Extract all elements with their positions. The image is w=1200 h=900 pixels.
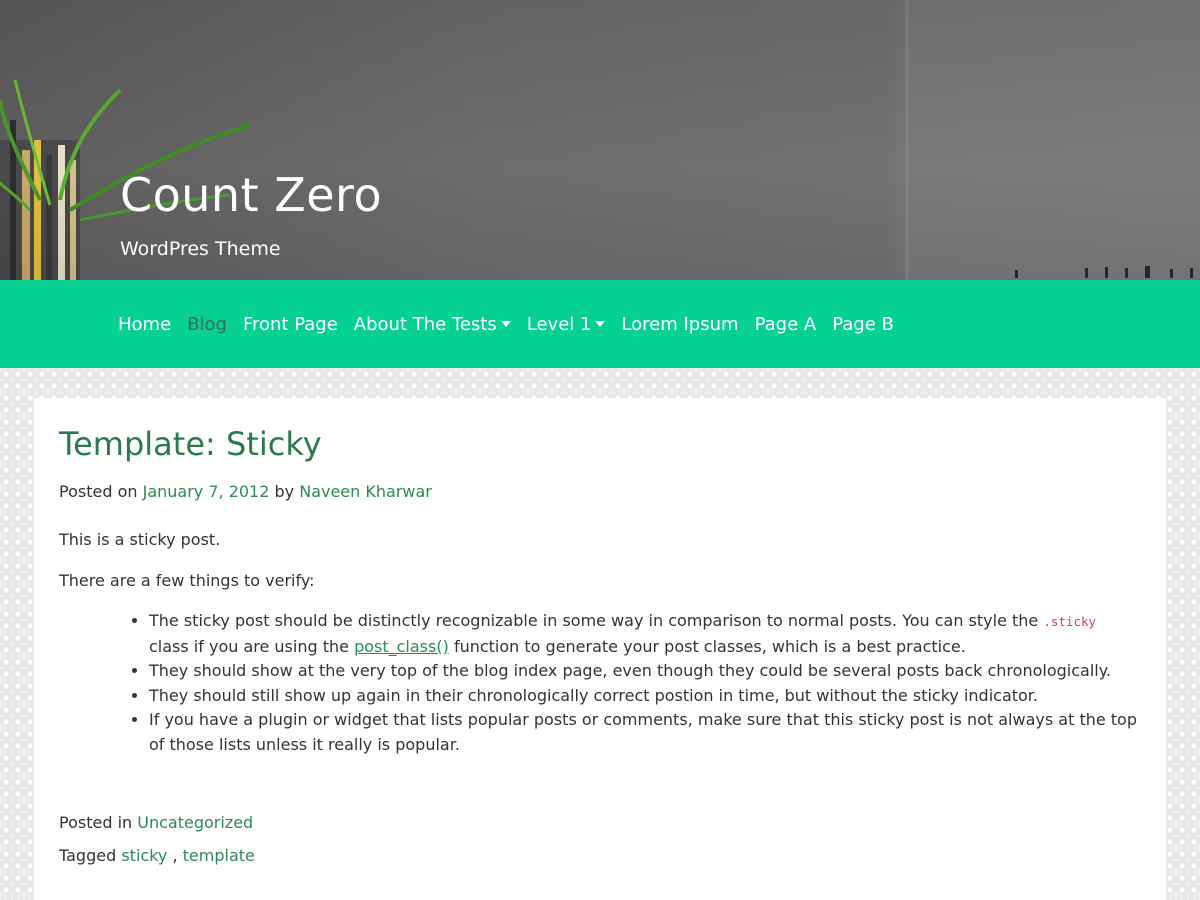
post-intro: This is a sticky post.	[59, 530, 221, 549]
tag-link[interactable]: template	[183, 846, 255, 865]
list-item: The sticky post should be distinctly rec…	[149, 609, 1139, 659]
site-tagline: WordPres Theme	[120, 238, 281, 260]
posted-in-label: Posted in	[59, 813, 133, 832]
post-footer: Posted in Uncategorized Tagged sticky , …	[59, 806, 255, 872]
post-date-link[interactable]: January 7, 2012	[143, 482, 270, 501]
post-title[interactable]: Template: Sticky	[59, 422, 322, 466]
verify-list: The sticky post should be distinctly rec…	[59, 609, 1139, 757]
post-class-link[interactable]: post_class()	[354, 637, 449, 656]
caret-down-icon	[595, 321, 606, 327]
nav-menu: Home Blog Front Page About The Tests Lev…	[110, 280, 902, 368]
category-link[interactable]: Uncategorized	[137, 813, 253, 832]
nav-item-label: Page A	[754, 313, 817, 335]
tagged-label: Tagged	[59, 846, 117, 865]
post-meta: Posted on January 7, 2012 by Naveen Khar…	[59, 480, 432, 504]
nav-item-home[interactable]: Home	[110, 314, 179, 335]
post-article: Template: Sticky Posted on January 7, 20…	[34, 398, 1166, 900]
nav-item-label: Front Page	[242, 313, 338, 335]
list-item: They should show at the very top of the …	[149, 659, 1139, 684]
main-navigation: Home Blog Front Page About The Tests Lev…	[0, 280, 1200, 368]
posted-on-label: Posted on	[59, 482, 138, 501]
nav-item-label: Blog	[187, 313, 227, 335]
list-item: If you have a plugin or widget that list…	[149, 708, 1139, 757]
tag-separator: ,	[172, 846, 178, 865]
nav-item-front-page[interactable]: Front Page	[235, 314, 346, 335]
site-header: Count Zero WordPres Theme	[0, 0, 1200, 280]
tag-link[interactable]: sticky	[121, 846, 167, 865]
nav-item-lorem-ipsum[interactable]: Lorem Ipsum	[613, 314, 746, 335]
sticky-class-code: .sticky	[1043, 614, 1097, 629]
list-item: They should still show up again in their…	[149, 684, 1139, 709]
by-label: by	[274, 482, 295, 501]
site-title[interactable]: Count Zero	[120, 166, 382, 224]
nav-item-level-1[interactable]: Level 1	[519, 314, 614, 335]
nav-item-label: Level 1	[526, 313, 592, 335]
nav-item-page-b[interactable]: Page B	[824, 314, 902, 335]
post-content: This is a sticky post. There are a few t…	[59, 528, 1139, 757]
nav-item-label: Home	[118, 313, 172, 335]
nav-item-label: About The Tests	[353, 313, 497, 335]
post-author-link[interactable]: Naveen Kharwar	[299, 482, 432, 501]
nav-item-label: Lorem Ipsum	[621, 313, 739, 335]
list-item-text: class if you are using the	[149, 636, 349, 656]
caret-down-icon	[500, 321, 511, 327]
list-item-text: function to generate your post classes, …	[453, 636, 966, 656]
post-tags: Tagged sticky , template	[59, 839, 255, 872]
nav-item-blog[interactable]: Blog	[179, 314, 235, 335]
nav-item-about-the-tests[interactable]: About The Tests	[346, 314, 519, 335]
post-verify-intro: There are a few things to verify:	[59, 570, 315, 590]
list-item-text: The sticky post should be distinctly rec…	[149, 611, 1039, 630]
nav-item-page-a[interactable]: Page A	[747, 314, 825, 335]
nav-item-label: Page B	[832, 313, 894, 335]
post-categories: Posted in Uncategorized	[59, 806, 255, 839]
